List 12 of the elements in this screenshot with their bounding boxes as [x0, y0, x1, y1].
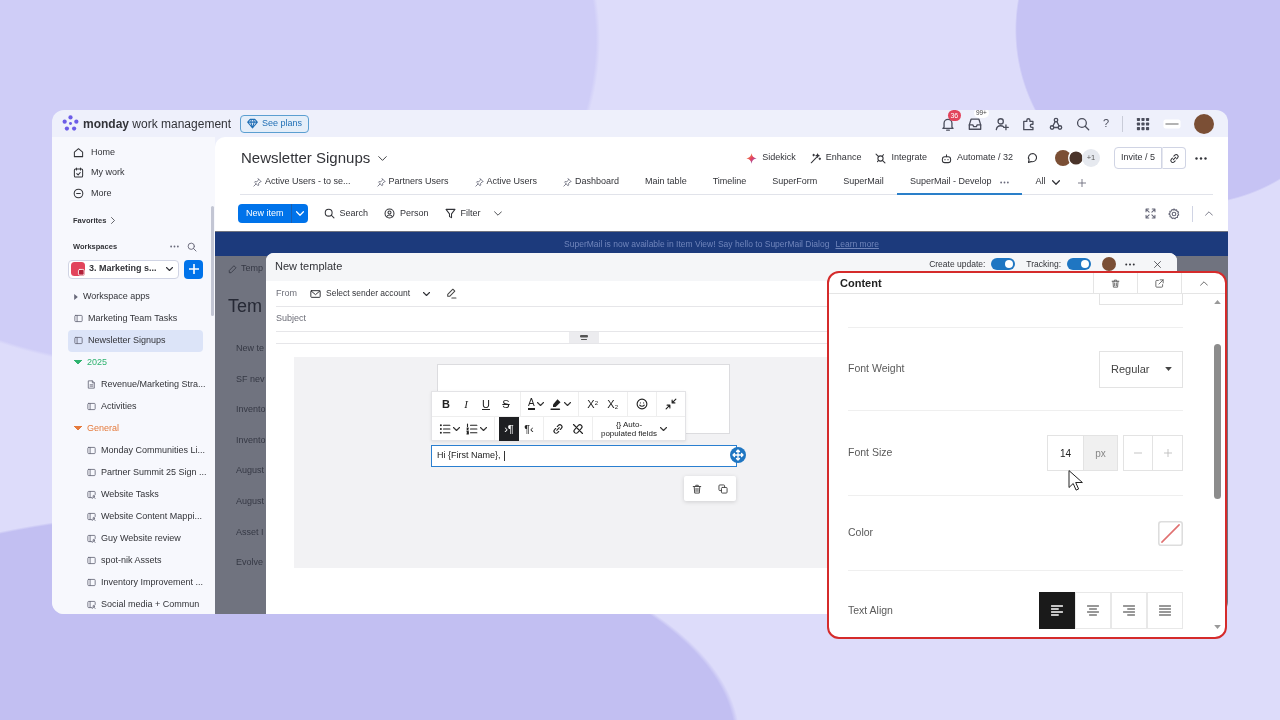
- page-heading: Tem: [228, 295, 262, 318]
- field-label: From: [276, 286, 298, 300]
- setting-label: Text Align: [848, 602, 893, 618]
- dialog-title: New template: [275, 260, 343, 273]
- setting-label: Font Weight: [848, 361, 905, 377]
- unit-label: px: [1083, 435, 1118, 471]
- toggle-label: Tracking:: [1026, 259, 1061, 269]
- setting-label: Color: [848, 525, 874, 541]
- toggle-label: Create update:: [929, 259, 986, 269]
- panel-title: Content: [840, 275, 882, 291]
- setting-label: Font Size: [848, 445, 893, 461]
- brand-name: monday work management: [83, 115, 232, 133]
